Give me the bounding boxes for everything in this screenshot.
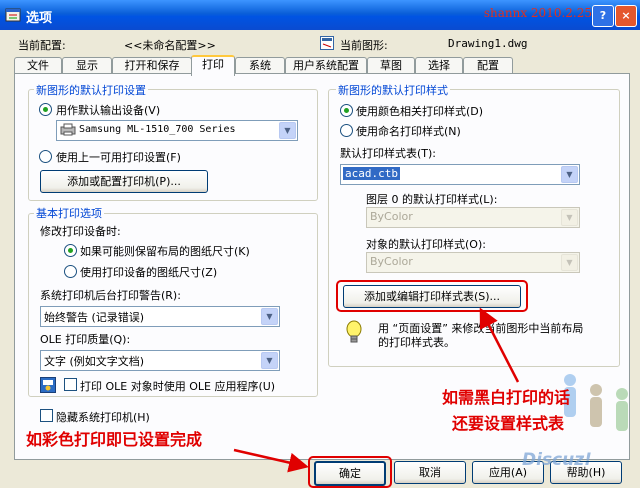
annotation-arrows bbox=[233, 307, 520, 473]
arrow-to-style-button bbox=[479, 307, 520, 383]
tab-plot[interactable]: 打印 bbox=[191, 55, 235, 76]
arrow-to-ok-button bbox=[233, 448, 309, 473]
